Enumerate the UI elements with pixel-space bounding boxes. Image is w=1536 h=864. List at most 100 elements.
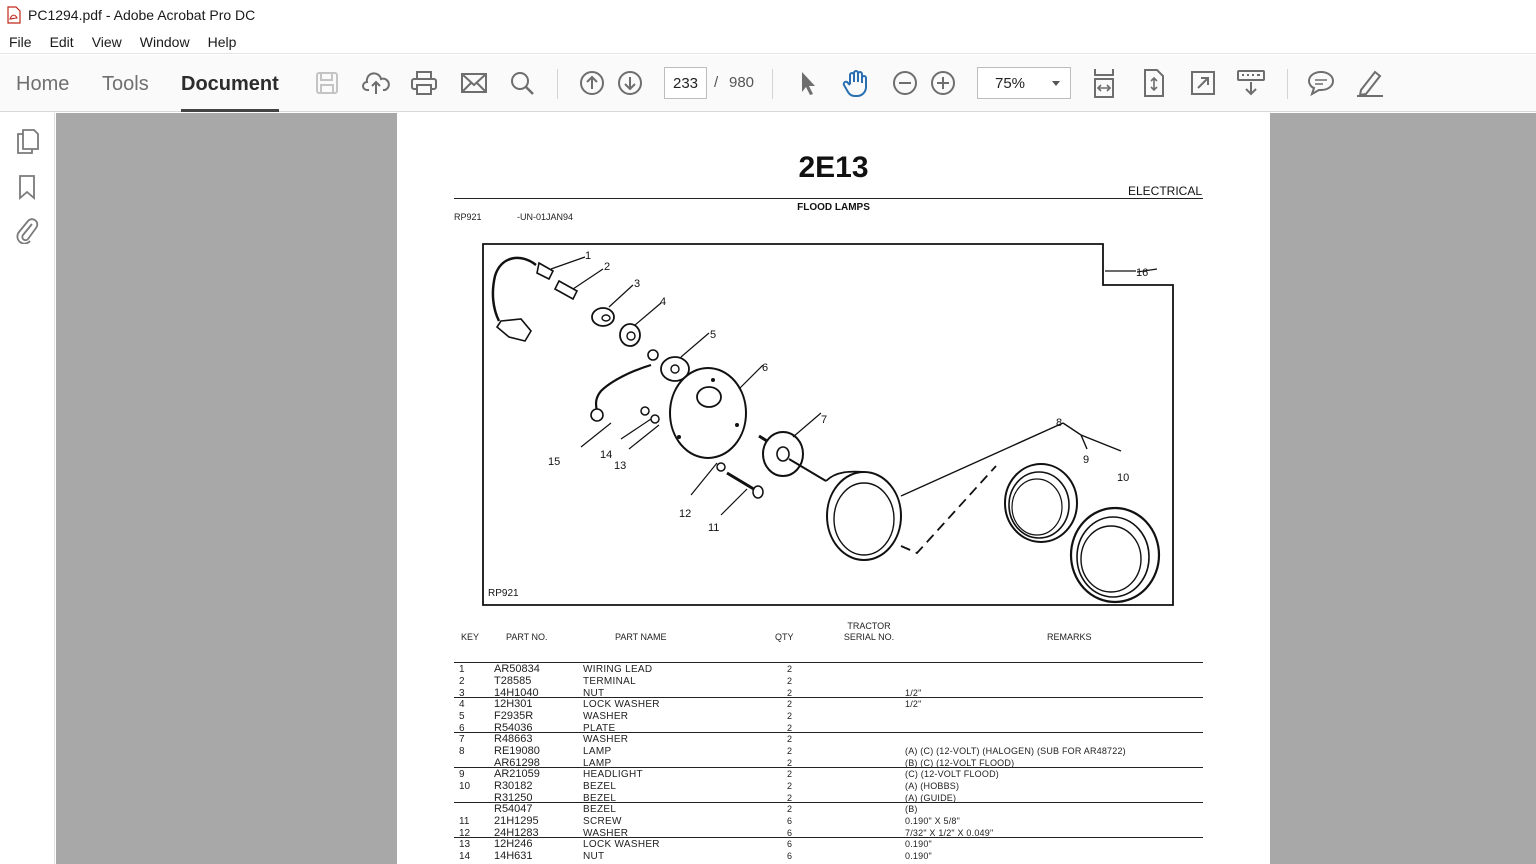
- row-remarks: (C) (12-VOLT FLOOD): [905, 769, 999, 779]
- table-row: 4 12H301 LOCK WASHER 2 1/2": [454, 698, 1203, 711]
- row-part-name: WIRING LEAD: [583, 664, 653, 675]
- row-key: 10: [459, 781, 471, 792]
- scroll-pages-icon: [1094, 69, 1114, 98]
- row-qty: 6: [787, 828, 793, 838]
- callout-13: 13: [614, 460, 626, 472]
- zoom-out-button[interactable]: [890, 68, 920, 98]
- header-rule: [454, 198, 1203, 199]
- row-part-name: SCREW: [583, 816, 622, 827]
- row-remarks: 0.190" X 5/8": [905, 816, 961, 826]
- row-part-name: LOCK WASHER: [583, 839, 660, 850]
- bookmarks-button[interactable]: [14, 173, 40, 201]
- tab-tools[interactable]: Tools: [102, 55, 149, 112]
- keyboard-nav-button[interactable]: [1236, 68, 1266, 98]
- row-part-no: T28585: [494, 675, 532, 687]
- full-screen-button[interactable]: [1188, 68, 1218, 98]
- callout-3: 3: [634, 278, 640, 290]
- callout-7: 7: [821, 414, 827, 426]
- pdf-page: 2E13 ELECTRICAL FLOOD LAMPS RP921 -UN-01…: [397, 113, 1270, 864]
- row-part-name: NUT: [583, 851, 605, 862]
- page-thumbnails-button[interactable]: [14, 127, 40, 155]
- page-display-button[interactable]: [1089, 68, 1119, 98]
- previous-page-button[interactable]: [577, 68, 607, 98]
- row-qty: 2: [787, 769, 793, 779]
- exploded-parts-diagram: 1 2 3 4 5 6 7 8 9 10 11 12 13 14 15 16 R: [482, 243, 1174, 606]
- col-header-key: KEY: [461, 632, 480, 642]
- row-part-name: WASHER: [583, 711, 629, 722]
- row-part-name: PLATE: [583, 723, 616, 734]
- menu-view[interactable]: View: [83, 30, 131, 54]
- zoom-in-button[interactable]: [928, 68, 958, 98]
- row-key: 14: [459, 851, 471, 862]
- row-qty: 2: [787, 699, 793, 709]
- callout-11: 11: [708, 522, 719, 534]
- row-qty: 2: [787, 711, 793, 721]
- callout-2: 2: [604, 261, 610, 273]
- save-button[interactable]: [312, 68, 342, 98]
- tab-document[interactable]: Document: [181, 55, 279, 112]
- hand-tool-button[interactable]: [841, 68, 871, 98]
- plus-circle-icon: [931, 71, 955, 95]
- select-tool-button[interactable]: [792, 68, 822, 98]
- row-qty: 2: [787, 781, 793, 791]
- col-header-serial: TRACTOR SERIAL NO.: [829, 621, 909, 643]
- fit-page-button[interactable]: [1139, 68, 1169, 98]
- cursor-arrow-icon: [802, 72, 815, 95]
- row-remarks: (B) (C) (12-VOLT FLOOD): [905, 758, 1015, 768]
- printer-icon: [411, 71, 437, 95]
- callout-5: 5: [710, 329, 716, 341]
- col-header-qty: QTY: [775, 632, 794, 642]
- callout-10: 10: [1117, 472, 1129, 484]
- toolbar-separator: [557, 69, 558, 99]
- row-part-no: 12H301: [494, 698, 533, 710]
- page-number-input[interactable]: [664, 67, 707, 99]
- menu-edit[interactable]: Edit: [41, 30, 83, 54]
- menu-help[interactable]: Help: [199, 30, 246, 54]
- chevron-down-icon: [1052, 81, 1060, 86]
- table-row: 7 R48663 WASHER 2: [454, 733, 1203, 746]
- reference-code: RP921: [454, 212, 482, 222]
- row-qty: 2: [787, 758, 793, 768]
- row-qty: 2: [787, 734, 793, 744]
- row-remarks: 0.190": [905, 839, 932, 849]
- row-key: 13: [459, 839, 471, 850]
- table-row: 1 AR50834 WIRING LEAD 2: [454, 663, 1203, 676]
- row-key: 1: [459, 664, 465, 675]
- zoom-value: 75%: [995, 75, 1026, 92]
- row-remarks: (A) (GUIDE): [905, 793, 957, 803]
- row-key: 7: [459, 734, 465, 745]
- row-qty: 2: [787, 664, 793, 674]
- comment-button[interactable]: [1306, 68, 1336, 98]
- print-button[interactable]: [409, 68, 439, 98]
- zoom-level-dropdown[interactable]: 75%: [977, 67, 1071, 99]
- row-part-no: 12H246: [494, 838, 533, 850]
- row-part-name: LAMP: [583, 758, 612, 769]
- row-part-name: BEZEL: [583, 781, 617, 792]
- row-key: 9: [459, 769, 465, 780]
- row-key: 2: [459, 676, 465, 687]
- highlight-button[interactable]: [1355, 68, 1385, 98]
- menu-window[interactable]: Window: [131, 30, 199, 54]
- toolbar-separator: [1287, 69, 1288, 99]
- row-part-no: F2935R: [494, 710, 534, 722]
- menu-file[interactable]: File: [0, 30, 41, 54]
- row-part-name: LOCK WASHER: [583, 699, 660, 710]
- search-button[interactable]: [507, 68, 537, 98]
- row-key: 3: [459, 688, 465, 699]
- keyboard-down-icon: [1237, 70, 1265, 96]
- callout-15: 15: [548, 456, 560, 468]
- row-key: 12: [459, 828, 471, 839]
- email-button[interactable]: [459, 68, 489, 98]
- callout-12: 12: [679, 508, 691, 520]
- pen-icon: [1357, 70, 1383, 97]
- row-remarks: 0.190": [905, 851, 932, 861]
- table-row: 5 F2935R WASHER 2: [454, 710, 1203, 723]
- attachments-button[interactable]: [14, 216, 40, 244]
- page-total: 980: [729, 74, 755, 91]
- callout-8: 8: [1056, 417, 1062, 429]
- navigation-pane: [0, 113, 55, 864]
- tab-home[interactable]: Home: [16, 55, 69, 112]
- document-view[interactable]: 2E13 ELECTRICAL FLOOD LAMPS RP921 -UN-01…: [56, 113, 1536, 864]
- upload-cloud-button[interactable]: [361, 68, 391, 98]
- next-page-button[interactable]: [615, 68, 645, 98]
